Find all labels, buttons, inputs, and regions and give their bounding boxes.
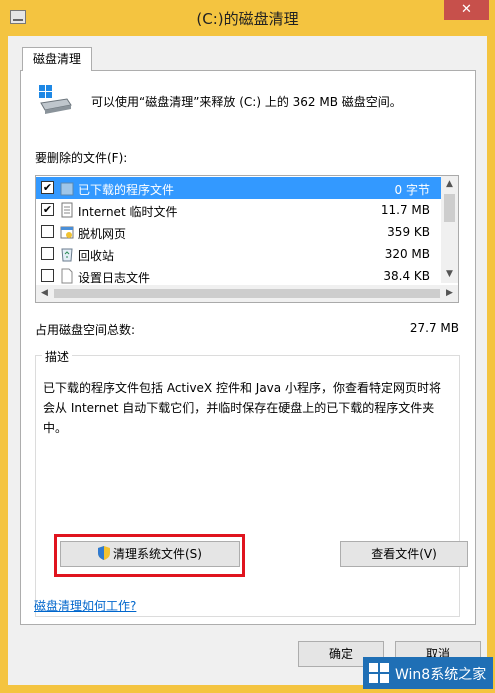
drive-icon [39, 85, 72, 114]
scroll-down-icon[interactable]: ▼ [441, 266, 458, 283]
file-name: 设置日志文件 [78, 271, 151, 285]
windows-logo-icon [369, 663, 389, 683]
scroll-thumb[interactable] [54, 289, 440, 298]
scroll-up-icon[interactable]: ▲ [441, 176, 458, 193]
clean-system-files-button[interactable]: 清理系统文件(S) [60, 541, 240, 567]
folder-icon [60, 182, 74, 196]
document-icon [61, 202, 73, 218]
recycle-bin-icon [61, 248, 73, 262]
file-name: 已下载的程序文件 [78, 183, 175, 197]
offline-page-icon [60, 226, 74, 239]
tab-panel: 可以使用“磁盘清理”来释放 (C:) 上的 362 MB 磁盘空间。 要删除的文… [20, 70, 476, 625]
list-item[interactable]: ✔ 已下载的程序文件 0 字节 [36, 177, 442, 199]
watermark: Win8系统之家 [363, 657, 493, 689]
file-name: 脱机网页 [78, 227, 127, 241]
file-name: 回收站 [78, 249, 115, 263]
list-item[interactable]: 设置日志文件 38.4 KB [36, 265, 442, 287]
header-text: 可以使用“磁盘清理”来释放 (C:) 上的 362 MB 磁盘空间。 [91, 95, 402, 109]
close-button[interactable]: ✕ [444, 0, 489, 20]
scroll-thumb[interactable] [444, 194, 455, 222]
dialog-client: 磁盘清理 可以使用“磁盘清理”来释放 (C:) 上的 362 MB 磁盘空间。 … [8, 36, 487, 685]
checkbox[interactable] [41, 269, 54, 282]
window-frame: (C:)的磁盘清理 ✕ 磁盘清理 可以使用“磁盘清理”来释放 (C:) 上的 3… [0, 0, 495, 693]
watermark-text: Win8系统之家 [395, 667, 487, 683]
file-size: 320 MB [384, 247, 430, 261]
horizontal-scrollbar[interactable]: ◀ ▶ [36, 285, 458, 302]
checkbox[interactable]: ✔ [41, 181, 54, 194]
total-label: 占用磁盘空间总数: [35, 323, 136, 337]
shield-icon [98, 546, 110, 560]
vertical-scrollbar[interactable]: ▲ ▼ [441, 176, 458, 283]
file-size: 38.4 KB [383, 269, 430, 283]
file-size: 359 KB [387, 225, 430, 239]
list-item[interactable]: 脱机网页 359 KB [36, 221, 442, 243]
window-title: (C:)的磁盘清理 [196, 10, 299, 28]
description-text: 已下载的程序文件包括 ActiveX 控件和 Java 小程序，你查看特定网页时… [43, 381, 441, 435]
files-listbox[interactable]: ✔ 已下载的程序文件 0 字节 ✔ Internet 临时文件 11.7 MB … [35, 175, 459, 303]
description-group: 描述 已下载的程序文件包括 ActiveX 控件和 Java 小程序，你查看特定… [35, 348, 468, 617]
tab-disk-cleanup[interactable]: 磁盘清理 [22, 47, 92, 71]
view-files-button[interactable]: 查看文件(V) [340, 541, 468, 567]
file-size: 0 字节 [394, 183, 430, 197]
checkbox[interactable] [41, 247, 54, 260]
title-bar[interactable]: (C:)的磁盘清理 ✕ [0, 0, 495, 36]
file-name: Internet 临时文件 [78, 205, 178, 219]
how-it-works-link[interactable]: 磁盘清理如何工作? [34, 597, 136, 614]
list-item[interactable]: ✔ Internet 临时文件 11.7 MB [36, 199, 442, 221]
checkbox[interactable]: ✔ [41, 203, 54, 216]
blank-file-icon [61, 268, 73, 284]
scroll-right-icon[interactable]: ▶ [441, 285, 458, 302]
scroll-left-icon[interactable]: ◀ [36, 285, 53, 302]
checkbox[interactable] [41, 225, 54, 238]
clean-system-files-label: 清理系统文件(S) [113, 547, 202, 561]
list-item[interactable]: 回收站 320 MB [36, 243, 442, 265]
file-size: 11.7 MB [380, 203, 430, 217]
description-caption: 描述 [42, 348, 73, 365]
files-label: 要删除的文件(F): [35, 151, 128, 165]
total-value: 27.7 MB [409, 321, 459, 335]
